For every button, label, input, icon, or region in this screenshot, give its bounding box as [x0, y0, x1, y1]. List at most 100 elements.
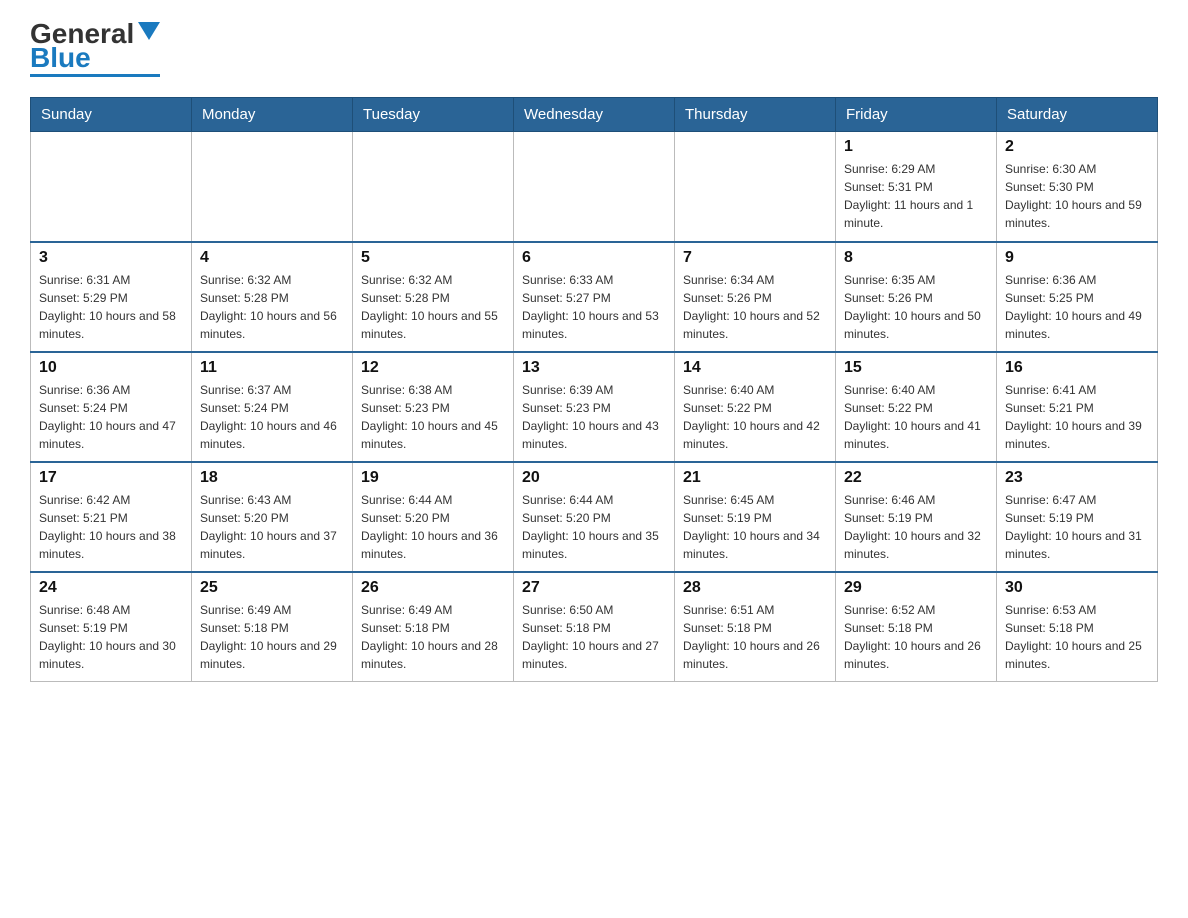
- calendar-cell: 14Sunrise: 6:40 AM Sunset: 5:22 PM Dayli…: [675, 352, 836, 462]
- calendar-week-row: 3 Sunrise: 6:31 AM Sunset: 5:29 PM Daylig…: [31, 242, 1158, 352]
- calendar-cell: 16 Sunrise: 6:41 AM Sunset: 5:21 PM Dayli…: [997, 352, 1158, 462]
- day-info: Sunrise: 6:34 AM Sunset: 5:26 PM Dayligh…: [683, 271, 827, 343]
- calendar-cell: 4 Sunrise: 6:32 AM Sunset: 5:28 PM Daylig…: [192, 242, 353, 352]
- calendar-cell: 21 Sunrise: 6:45 AM Sunset: 5:19 PM Dayli…: [675, 462, 836, 572]
- calendar-cell: 7 Sunrise: 6:34 AM Sunset: 5:26 PM Daylig…: [675, 242, 836, 352]
- day-info: Sunrise: 6:36 AM Sunset: 5:24 PM Dayligh…: [39, 381, 183, 453]
- calendar-cell: 25 Sunrise: 6:49 AM Sunset: 5:18 PM Dayli…: [192, 572, 353, 682]
- day-info: Sunrise: 6:52 AM Sunset: 5:18 PM Dayligh…: [844, 601, 988, 673]
- calendar-cell: [675, 132, 836, 242]
- day-number: 13: [522, 359, 666, 377]
- day-number: 23: [1005, 469, 1149, 487]
- day-of-week-header: Saturday: [997, 98, 1158, 132]
- header: General Blue: [30, 20, 1158, 77]
- calendar-cell: 2 Sunrise: 6:30 AM Sunset: 5:30 PM Daylig…: [997, 132, 1158, 242]
- day-number: 3: [39, 249, 183, 267]
- calendar-cell: 30 Sunrise: 6:53 AM Sunset: 5:18 PM Dayli…: [997, 572, 1158, 682]
- day-number: 7: [683, 249, 827, 267]
- day-number: 15: [844, 359, 988, 377]
- calendar-cell: 5Sunrise: 6:32 AM Sunset: 5:28 PM Daylig…: [353, 242, 514, 352]
- logo-blue-text: Blue: [30, 44, 91, 72]
- day-number: 1: [844, 138, 988, 156]
- day-number: 2: [1005, 138, 1149, 156]
- calendar-cell: 29 Sunrise: 6:52 AM Sunset: 5:18 PM Dayli…: [836, 572, 997, 682]
- day-info: Sunrise: 6:32 AM Sunset: 5:28 PM Dayligh…: [200, 271, 344, 343]
- day-number: 9: [1005, 249, 1149, 267]
- day-number: 25: [200, 579, 344, 597]
- calendar-cell: 1 Sunrise: 6:29 AM Sunset: 5:31 PM Daylig…: [836, 132, 997, 242]
- calendar-cell: 27 Sunrise: 6:50 AM Sunset: 5:18 PM Dayli…: [514, 572, 675, 682]
- day-info: Sunrise: 6:36 AM Sunset: 5:25 PM Dayligh…: [1005, 271, 1149, 343]
- calendar-cell: 12Sunrise: 6:38 AM Sunset: 5:23 PM Dayli…: [353, 352, 514, 462]
- day-number: 5: [361, 249, 505, 267]
- day-info: Sunrise: 6:35 AM Sunset: 5:26 PM Dayligh…: [844, 271, 988, 343]
- day-info: Sunrise: 6:44 AM Sunset: 5:20 PM Dayligh…: [522, 491, 666, 563]
- day-info: Sunrise: 6:53 AM Sunset: 5:18 PM Dayligh…: [1005, 601, 1149, 673]
- calendar-cell: 13 Sunrise: 6:39 AM Sunset: 5:23 PM Dayli…: [514, 352, 675, 462]
- day-info: Sunrise: 6:37 AM Sunset: 5:24 PM Dayligh…: [200, 381, 344, 453]
- day-info: Sunrise: 6:39 AM Sunset: 5:23 PM Dayligh…: [522, 381, 666, 453]
- day-of-week-header: Monday: [192, 98, 353, 132]
- calendar-cell: 28 Sunrise: 6:51 AM Sunset: 5:18 PM Dayli…: [675, 572, 836, 682]
- day-info: Sunrise: 6:44 AM Sunset: 5:20 PM Dayligh…: [361, 491, 505, 563]
- day-number: 29: [844, 579, 988, 597]
- day-number: 6: [522, 249, 666, 267]
- calendar-cell: 22Sunrise: 6:46 AM Sunset: 5:19 PM Dayli…: [836, 462, 997, 572]
- day-info: Sunrise: 6:48 AM Sunset: 5:19 PM Dayligh…: [39, 601, 183, 673]
- calendar-cell: 18 Sunrise: 6:43 AM Sunset: 5:20 PM Dayli…: [192, 462, 353, 572]
- day-number: 20: [522, 469, 666, 487]
- day-info: Sunrise: 6:41 AM Sunset: 5:21 PM Dayligh…: [1005, 381, 1149, 453]
- day-number: 26: [361, 579, 505, 597]
- day-number: 21: [683, 469, 827, 487]
- day-info: Sunrise: 6:51 AM Sunset: 5:18 PM Dayligh…: [683, 601, 827, 673]
- calendar-week-row: 17Sunrise: 6:42 AM Sunset: 5:21 PM Dayli…: [31, 462, 1158, 572]
- day-info: Sunrise: 6:46 AM Sunset: 5:19 PM Dayligh…: [844, 491, 988, 563]
- day-info: Sunrise: 6:31 AM Sunset: 5:29 PM Dayligh…: [39, 271, 183, 343]
- day-number: 27: [522, 579, 666, 597]
- calendar-cell: [192, 132, 353, 242]
- day-info: Sunrise: 6:33 AM Sunset: 5:27 PM Dayligh…: [522, 271, 666, 343]
- calendar-cell: 26 Sunrise: 6:49 AM Sunset: 5:18 PM Dayli…: [353, 572, 514, 682]
- day-info: Sunrise: 6:50 AM Sunset: 5:18 PM Dayligh…: [522, 601, 666, 673]
- day-number: 30: [1005, 579, 1149, 597]
- calendar-cell: [514, 132, 675, 242]
- day-number: 18: [200, 469, 344, 487]
- day-info: Sunrise: 6:29 AM Sunset: 5:31 PM Dayligh…: [844, 160, 988, 232]
- calendar-week-row: 24 Sunrise: 6:48 AM Sunset: 5:19 PM Dayli…: [31, 572, 1158, 682]
- calendar-table: SundayMondayTuesdayWednesdayThursdayFrid…: [30, 97, 1158, 682]
- day-info: Sunrise: 6:42 AM Sunset: 5:21 PM Dayligh…: [39, 491, 183, 563]
- calendar-week-row: 1 Sunrise: 6:29 AM Sunset: 5:31 PM Daylig…: [31, 132, 1158, 242]
- day-number: 4: [200, 249, 344, 267]
- day-info: Sunrise: 6:49 AM Sunset: 5:18 PM Dayligh…: [200, 601, 344, 673]
- day-info: Sunrise: 6:45 AM Sunset: 5:19 PM Dayligh…: [683, 491, 827, 563]
- day-number: 14: [683, 359, 827, 377]
- logo-underline: [30, 74, 160, 77]
- logo-triangle-icon: [138, 22, 160, 40]
- calendar-cell: 3 Sunrise: 6:31 AM Sunset: 5:29 PM Daylig…: [31, 242, 192, 352]
- day-of-week-header: Friday: [836, 98, 997, 132]
- day-number: 28: [683, 579, 827, 597]
- day-of-week-header: Thursday: [675, 98, 836, 132]
- day-of-week-header: Tuesday: [353, 98, 514, 132]
- day-of-week-header: Wednesday: [514, 98, 675, 132]
- day-info: Sunrise: 6:43 AM Sunset: 5:20 PM Dayligh…: [200, 491, 344, 563]
- calendar-cell: 15 Sunrise: 6:40 AM Sunset: 5:22 PM Dayli…: [836, 352, 997, 462]
- calendar-cell: 23Sunrise: 6:47 AM Sunset: 5:19 PM Dayli…: [997, 462, 1158, 572]
- day-number: 19: [361, 469, 505, 487]
- calendar-header-row: SundayMondayTuesdayWednesdayThursdayFrid…: [31, 98, 1158, 132]
- logo: General Blue: [30, 20, 160, 77]
- day-info: Sunrise: 6:49 AM Sunset: 5:18 PM Dayligh…: [361, 601, 505, 673]
- calendar-cell: 20 Sunrise: 6:44 AM Sunset: 5:20 PM Dayli…: [514, 462, 675, 572]
- day-info: Sunrise: 6:30 AM Sunset: 5:30 PM Dayligh…: [1005, 160, 1149, 232]
- calendar-cell: 24 Sunrise: 6:48 AM Sunset: 5:19 PM Dayli…: [31, 572, 192, 682]
- day-of-week-header: Sunday: [31, 98, 192, 132]
- calendar-cell: 9 Sunrise: 6:36 AM Sunset: 5:25 PM Daylig…: [997, 242, 1158, 352]
- day-info: Sunrise: 6:40 AM Sunset: 5:22 PM Dayligh…: [844, 381, 988, 453]
- day-number: 12: [361, 359, 505, 377]
- calendar-cell: [31, 132, 192, 242]
- calendar-cell: 6 Sunrise: 6:33 AM Sunset: 5:27 PM Daylig…: [514, 242, 675, 352]
- calendar-cell: 8Sunrise: 6:35 AM Sunset: 5:26 PM Daylig…: [836, 242, 997, 352]
- day-number: 11: [200, 359, 344, 377]
- day-number: 16: [1005, 359, 1149, 377]
- day-number: 24: [39, 579, 183, 597]
